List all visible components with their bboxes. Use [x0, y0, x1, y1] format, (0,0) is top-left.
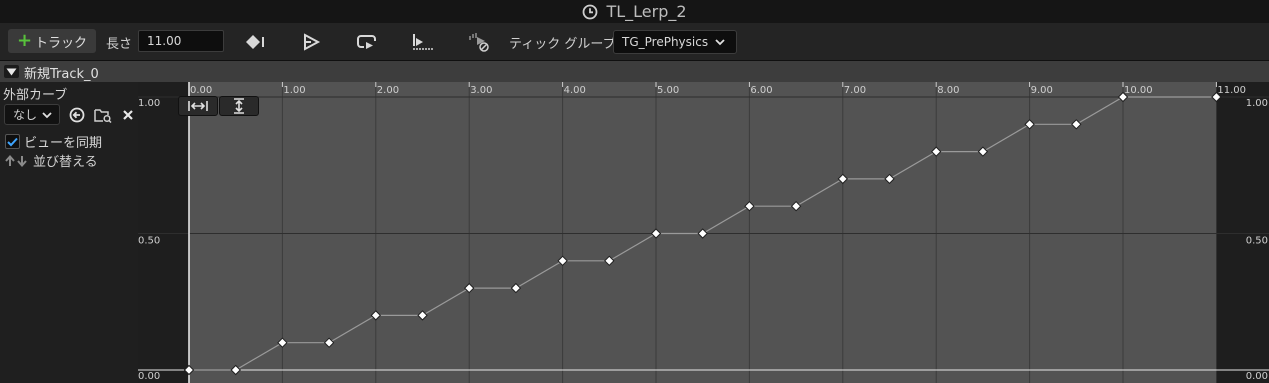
add-key-icon — [246, 35, 264, 49]
x-tick-label: 10.00 — [1124, 85, 1153, 96]
replicated-button[interactable] — [410, 30, 436, 54]
x-tick-label: 9.00 — [1031, 85, 1053, 96]
y-tick-label-right: 0.00 — [1246, 371, 1268, 382]
use-selected-curve-button[interactable] — [68, 106, 86, 124]
x-tick-label: 8.00 — [937, 85, 959, 96]
sync-view-label: ビューを同期 — [24, 136, 103, 151]
folder-search-icon — [94, 109, 112, 123]
track-name: 新規Track_0 — [24, 67, 99, 82]
fit-horizontal-icon — [188, 101, 208, 111]
plus-icon: + — [16, 30, 33, 51]
track-collapse-toggle[interactable] — [4, 65, 19, 78]
window-title: TL_Lerp_2 — [606, 2, 687, 21]
sync-view-checkbox[interactable] — [5, 134, 20, 149]
y-tick-label-left: 0.00 — [138, 371, 160, 382]
loop-button[interactable] — [354, 30, 380, 54]
track-header: 新規Track_0 — [0, 61, 1269, 82]
x-tick-label: 3.00 — [470, 85, 492, 96]
sort-arrows-icon — [5, 154, 27, 167]
x-tick-label: 11.00 — [1217, 85, 1246, 96]
ignore-time-dilation-button[interactable] — [466, 30, 492, 54]
x-tick-label: 1.00 — [283, 85, 305, 96]
x-tick-label: 2.00 — [377, 85, 399, 96]
x-tick-label: 0.00 — [190, 85, 212, 96]
triangle-down-icon — [6, 68, 17, 75]
tick-group-value: TG_PrePhysics — [622, 35, 709, 49]
loop-icon — [357, 35, 376, 49]
fit-vertical-icon — [234, 98, 244, 114]
autoplay-button[interactable] — [298, 30, 324, 54]
external-curve-label: 外部カーブ — [3, 88, 68, 103]
y-tick-label-right: 1.00 — [1246, 98, 1268, 109]
arrow-left-circle-icon — [69, 107, 85, 123]
sort-option[interactable]: 並び替える — [4, 151, 98, 170]
sync-view-option[interactable]: ビューを同期 — [5, 132, 102, 151]
tick-group-select[interactable]: TG_PrePhysics — [613, 30, 737, 54]
add-key-button[interactable] — [242, 30, 268, 54]
tick-group-label: ティック グループ — [509, 37, 616, 52]
fit-horizontal-button[interactable] — [178, 96, 218, 116]
track-settings-panel: 外部カーブ なし ビューを同期 並び替える — [0, 82, 138, 383]
add-track-button[interactable]: + トラック — [8, 29, 96, 53]
time-dilation-icon — [469, 33, 489, 52]
external-curve-select[interactable]: なし — [4, 104, 60, 125]
length-input[interactable]: 11.00 — [138, 30, 224, 52]
chevron-down-icon — [42, 111, 52, 118]
checkmark-icon — [7, 137, 18, 146]
y-tick-label-left: 0.50 — [138, 236, 160, 247]
y-tick-label-right: 0.50 — [1246, 236, 1268, 247]
toolbar: + トラック 長さ 11.00 ティック グループ TG_PrePhysics — [0, 23, 1269, 61]
browse-curve-button[interactable] — [94, 106, 112, 124]
add-track-label: トラック — [35, 35, 88, 51]
title-bar: TL_Lerp_2 — [0, 0, 1269, 23]
clock-icon — [583, 4, 598, 19]
sort-label: 並び替える — [33, 155, 98, 170]
curve-graph[interactable]: 0.00 1.00 2.00 3.00 4.00 5.00 6.00 7.00 8.00 9.00… — [138, 82, 1269, 383]
chevron-down-icon — [715, 39, 725, 46]
y-tick-label-left: 1.00 — [138, 98, 160, 109]
replicated-icon — [413, 34, 433, 50]
curve-select-value: なし — [13, 108, 38, 122]
curve-graph-canvas[interactable]: 0.00 1.00 2.00 3.00 4.00 5.00 6.00 7.00 8.00 9.00… — [138, 82, 1269, 383]
fit-vertical-button[interactable] — [219, 96, 259, 116]
x-tick-label: 5.00 — [657, 85, 679, 96]
x-tick-label: 7.00 — [844, 85, 866, 96]
length-label: 長さ — [106, 37, 133, 52]
autoplay-icon — [304, 33, 321, 51]
clear-curve-button[interactable] — [119, 106, 137, 124]
x-tick-label: 4.00 — [564, 85, 586, 96]
close-icon — [123, 110, 133, 120]
x-tick-label: 6.00 — [750, 85, 772, 96]
